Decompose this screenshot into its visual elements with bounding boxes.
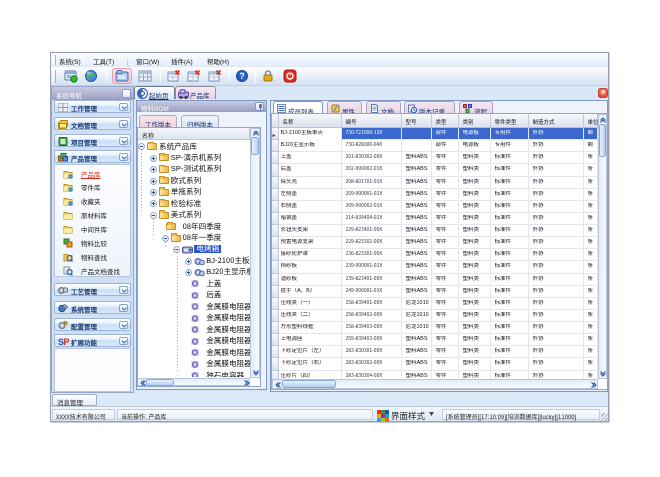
svg-text:?: ? bbox=[239, 71, 245, 81]
svg-text:P: P bbox=[64, 337, 70, 346]
